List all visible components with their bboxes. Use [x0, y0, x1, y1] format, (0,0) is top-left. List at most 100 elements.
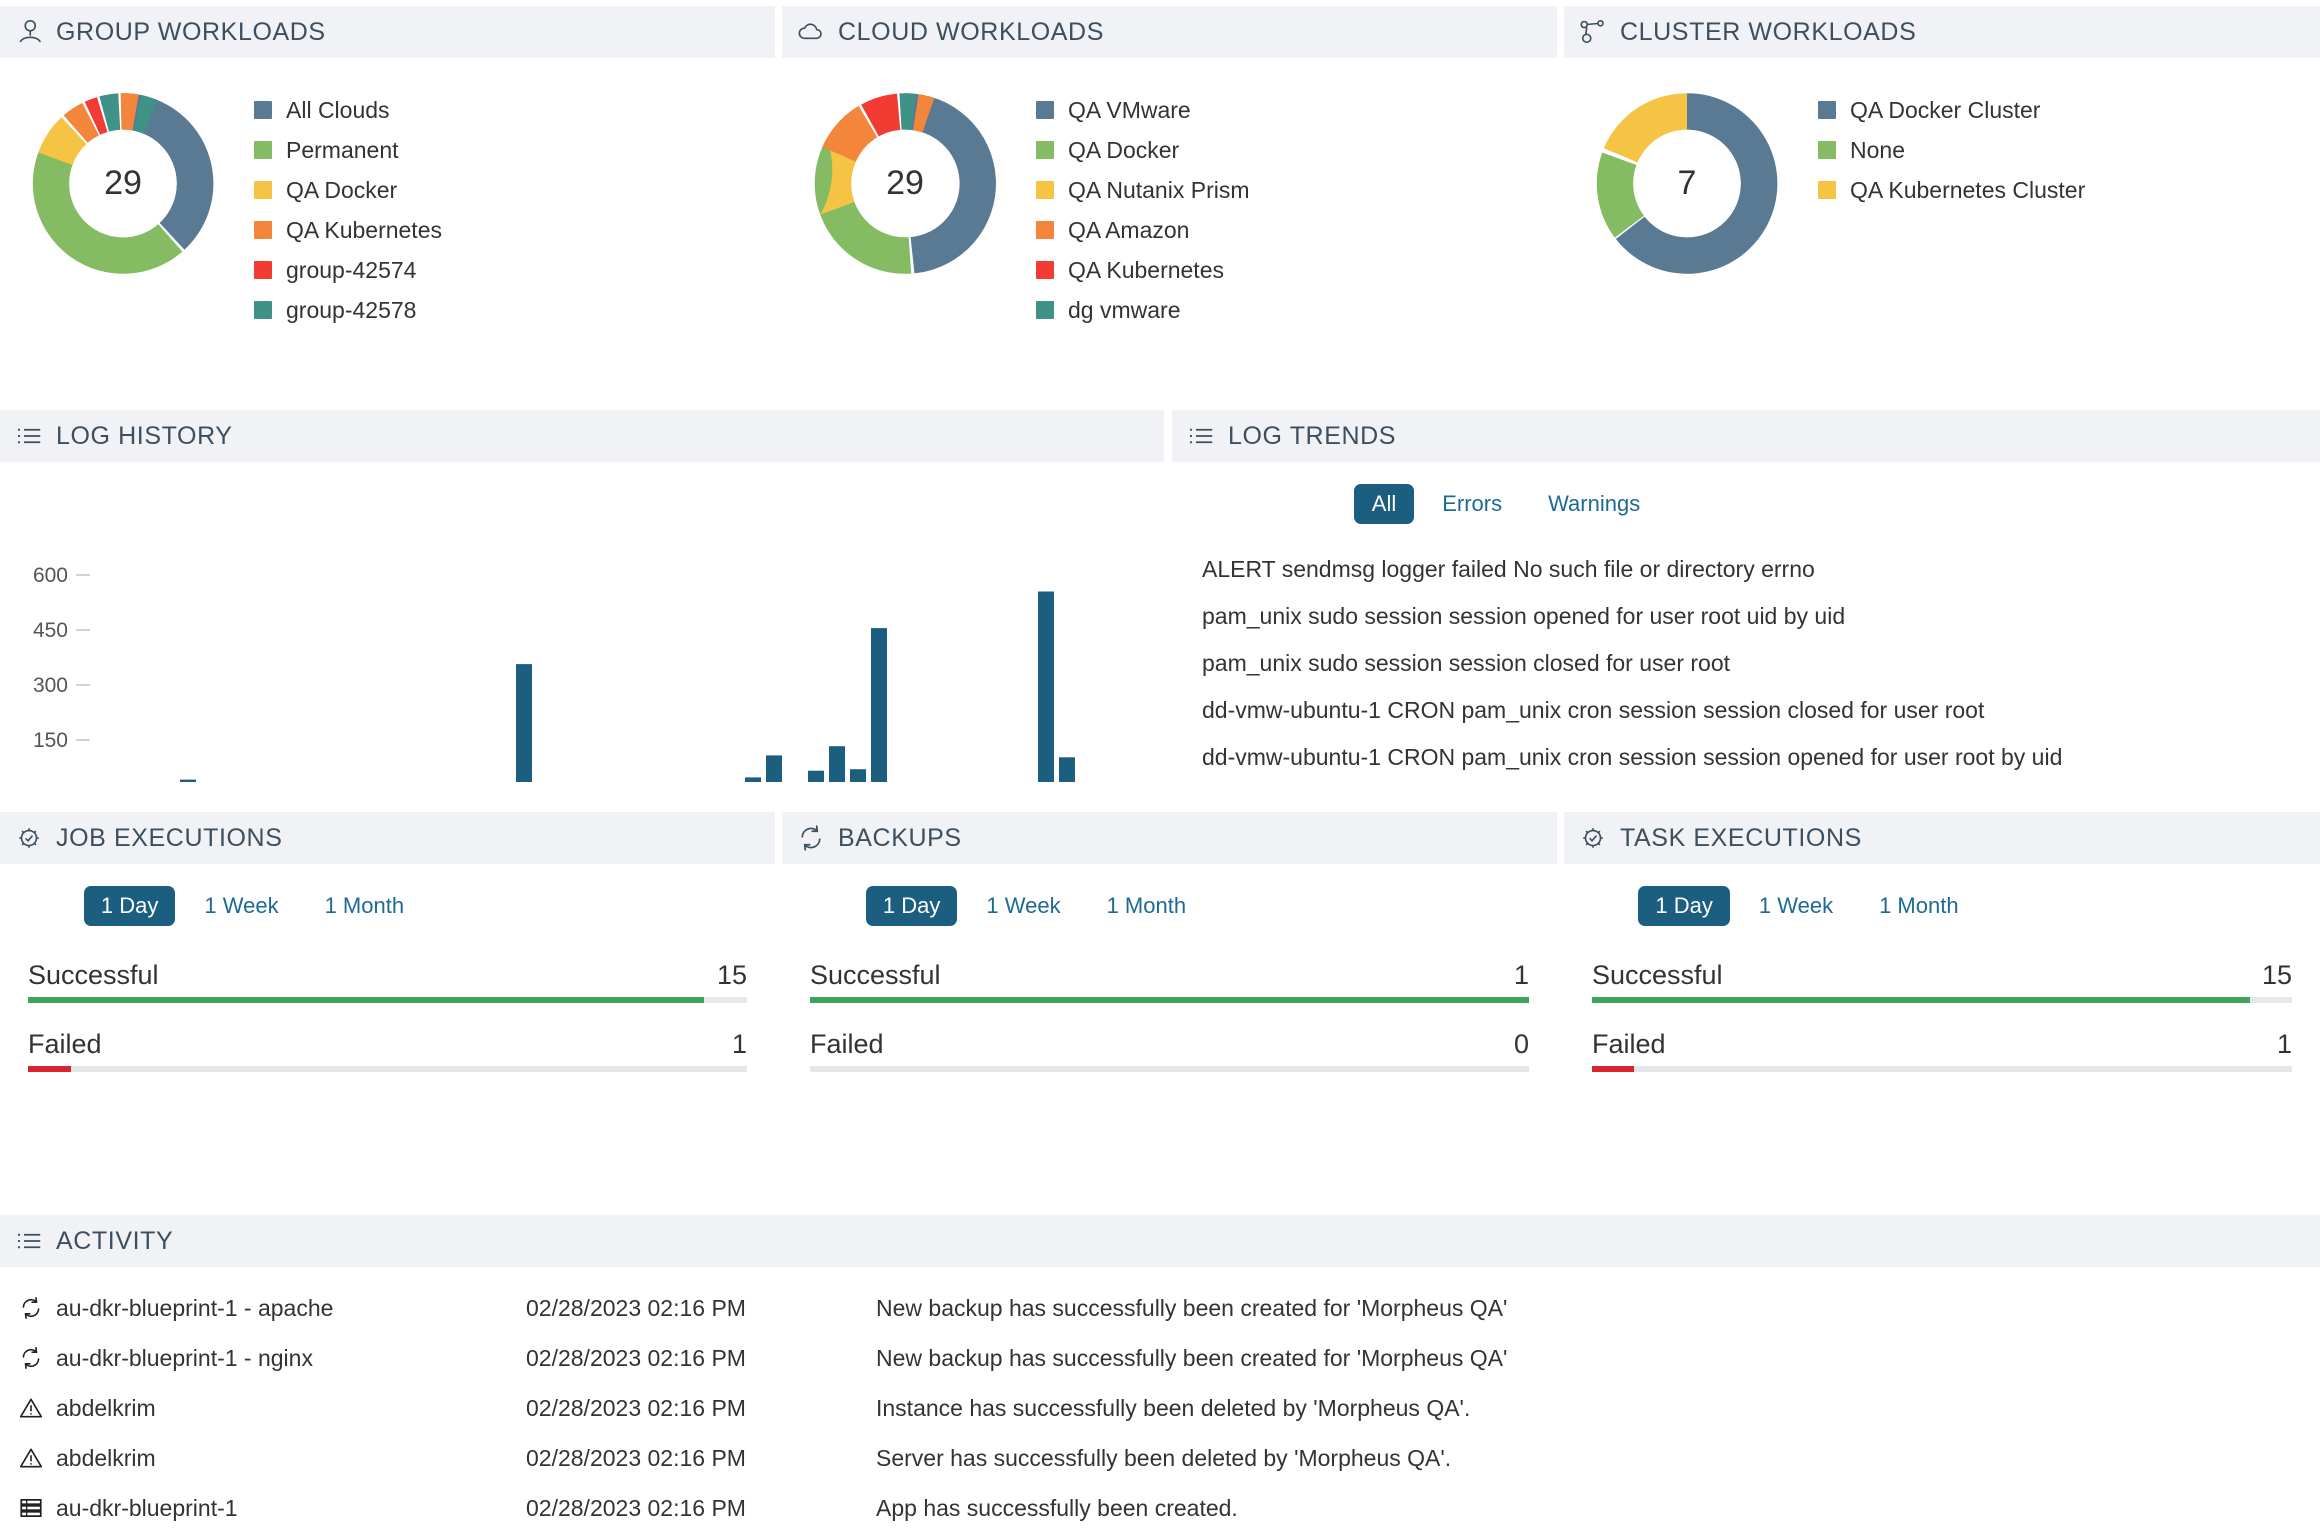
stat-label: Successful — [810, 960, 941, 990]
panel-cloud-workloads: CLOUD WORKLOADS 29 QA VMware QA Docker Q… — [782, 6, 1557, 366]
legend-item[interactable]: None — [1818, 130, 2085, 170]
stat-value: 15 — [716, 960, 747, 990]
activity-list: au-dkr-blueprint-1 - apache 02/28/2023 0… — [0, 1267, 2320, 1533]
activity-name: abdelkrim — [56, 1444, 156, 1471]
legend-label: Permanent — [286, 136, 399, 163]
tab-warnings[interactable]: Warnings — [1530, 484, 1658, 524]
legend-label: QA Kubernetes — [1068, 256, 1224, 283]
legend-label: QA Nutanix Prism — [1068, 176, 1250, 203]
log-trends-tabs: All Errors Warnings — [1172, 462, 2320, 524]
table-row[interactable]: au-dkr-blueprint-1 - nginx 02/28/2023 02… — [0, 1333, 2320, 1383]
activity-time: 02/28/2023 02:16 PM — [526, 1394, 746, 1421]
panel-log-trends: LOG TRENDS All Errors Warnings ALERT sen… — [1172, 410, 2320, 780]
list-item[interactable]: dd-vmw-ubuntu-1 CRON pam_unix cron sessi… — [1202, 687, 2320, 734]
legend-swatch — [254, 301, 272, 319]
progress-fill — [1592, 997, 2250, 1003]
list-item[interactable]: dd-vmw-ubuntu-1 CRON pam_unix cron sessi… — [1202, 734, 2320, 781]
legend-item[interactable]: Permanent — [254, 130, 442, 170]
panel-title: LOG TRENDS — [1228, 421, 1397, 450]
legend-label: None — [1850, 136, 1905, 163]
legend-swatch — [1818, 141, 1836, 159]
legend-swatch — [254, 181, 272, 199]
tab-1-day[interactable]: 1 Day — [1638, 886, 1730, 926]
stat-label: Failed — [1592, 1029, 1666, 1059]
legend-item[interactable]: QA Kubernetes Cluster — [1818, 170, 2085, 210]
table-row[interactable]: au-dkr-blueprint-1 - apache 02/28/2023 0… — [0, 1283, 2320, 1333]
table-row[interactable]: au-dkr-blueprint-1 02/28/2023 02:16 PM A… — [0, 1483, 2320, 1533]
cluster-workloads-legend: QA Docker Cluster None QA Kubernetes Clu… — [1796, 76, 2085, 210]
legend-label: QA Docker Cluster — [1850, 96, 2041, 123]
activity-message: New backup has successfully been created… — [876, 1294, 1508, 1321]
legend-label: group-42578 — [286, 296, 417, 323]
cloud-workloads-body: 29 QA VMware QA Docker QA Nutanix Prism … — [782, 58, 1557, 330]
legend-item[interactable]: All Clouds — [254, 90, 442, 130]
donut-svg — [32, 93, 214, 274]
tab-1-month[interactable]: 1 Month — [308, 886, 422, 926]
table-row[interactable]: abdelkrim 02/28/2023 02:16 PM Instance h… — [0, 1383, 2320, 1433]
tab-errors[interactable]: Errors — [1424, 484, 1520, 524]
tab-1-month[interactable]: 1 Month — [1862, 886, 1976, 926]
stat-label: Successful — [28, 960, 159, 990]
stat-row-failed: Failed 1 — [1592, 1029, 2292, 1072]
refresh-icon — [18, 1345, 44, 1371]
legend-label: QA Docker — [286, 176, 398, 203]
panel-header-task-executions: TASK EXECUTIONS — [1564, 812, 2320, 864]
tab-all[interactable]: All — [1353, 484, 1415, 524]
gear-check-icon — [14, 823, 44, 853]
legend-item[interactable]: QA Amazon — [1036, 210, 1250, 250]
activity-name: au-dkr-blueprint-1 - nginx — [56, 1344, 313, 1371]
progress-fill — [1592, 1066, 1634, 1072]
progress-track — [28, 997, 747, 1003]
list-icon — [14, 1226, 44, 1256]
table-row[interactable]: abdelkrim 02/28/2023 02:16 PM Server has… — [0, 1433, 2320, 1483]
group-workloads-donut[interactable]: 29 — [14, 76, 232, 291]
tab-1-week[interactable]: 1 Week — [969, 886, 1077, 926]
list-icon — [14, 421, 44, 451]
group-workloads-legend: All Clouds Permanent QA Docker QA Kubern… — [232, 76, 442, 330]
tab-1-day[interactable]: 1 Day — [865, 886, 958, 926]
stat-label: Failed — [810, 1029, 884, 1059]
group-workloads-body: 29 All Clouds Permanent QA Docker QA Kub… — [0, 58, 775, 330]
backups-tabs: 1 Day 1 Week 1 Month — [782, 864, 1557, 926]
tab-1-week[interactable]: 1 Week — [187, 886, 295, 926]
legend-item[interactable]: group-42574 — [254, 250, 442, 290]
progress-track — [1592, 1066, 2292, 1072]
legend-item[interactable]: QA Kubernetes — [254, 210, 442, 250]
legend-item[interactable]: QA Docker — [254, 170, 442, 210]
refresh-icon — [796, 823, 826, 853]
legend-item[interactable]: QA Docker Cluster — [1818, 90, 2085, 130]
panel-group-workloads: GROUP WORKLOADS 29 All Clouds Permanent … — [0, 6, 775, 366]
log-history-bars — [180, 591, 1075, 782]
legend-swatch — [254, 141, 272, 159]
legend-item[interactable]: QA Docker — [1036, 130, 1250, 170]
panel-cluster-workloads: CLUSTER WORKLOADS 7 QA Docker Cluster No… — [1564, 6, 2320, 366]
legend-item[interactable]: QA VMware — [1036, 90, 1250, 130]
legend-item[interactable]: QA Nutanix Prism — [1036, 170, 1250, 210]
log-history-chart[interactable]: 600 450 300 150 0 — [0, 482, 1164, 782]
cloud-workloads-donut[interactable]: 29 — [796, 76, 1014, 291]
tab-1-month[interactable]: 1 Month — [1090, 886, 1204, 926]
tab-1-day[interactable]: 1 Day — [83, 886, 176, 926]
legend-item[interactable]: group-42578 — [254, 290, 442, 330]
legend-swatch — [254, 261, 272, 279]
activity-message: App has successfully been created. — [876, 1494, 1238, 1521]
panel-header-cluster-workloads: CLUSTER WORKLOADS — [1564, 6, 2320, 58]
list-item[interactable]: ALERT sendmsg logger failed No such file… — [1202, 546, 2320, 593]
refresh-icon — [18, 1295, 44, 1321]
cluster-workloads-body: 7 QA Docker Cluster None QA Kubernetes C… — [1564, 58, 2320, 291]
legend-item[interactable]: QA Kubernetes — [1036, 250, 1250, 290]
activity-name: au-dkr-blueprint-1 — [56, 1494, 238, 1521]
legend-swatch — [1818, 181, 1836, 199]
tab-1-week[interactable]: 1 Week — [1742, 886, 1850, 926]
stat-row-failed: Failed 0 — [810, 1029, 1529, 1072]
legend-swatch — [1036, 261, 1054, 279]
cluster-workloads-donut[interactable]: 7 — [1578, 76, 1796, 291]
panel-activity: ACTIVITY au-dkr-blueprint-1 - apache 02/… — [0, 1215, 2320, 1538]
panel-title: JOB EXECUTIONS — [56, 823, 283, 852]
legend-swatch — [1036, 301, 1054, 319]
list-item[interactable]: pam_unix sudo session session opened for… — [1202, 593, 2320, 640]
activity-time: 02/28/2023 02:16 PM — [526, 1294, 746, 1321]
list-item[interactable]: pam_unix sudo session session closed for… — [1202, 640, 2320, 687]
app-icon — [18, 1495, 44, 1521]
legend-item[interactable]: dg vmware — [1036, 290, 1250, 330]
